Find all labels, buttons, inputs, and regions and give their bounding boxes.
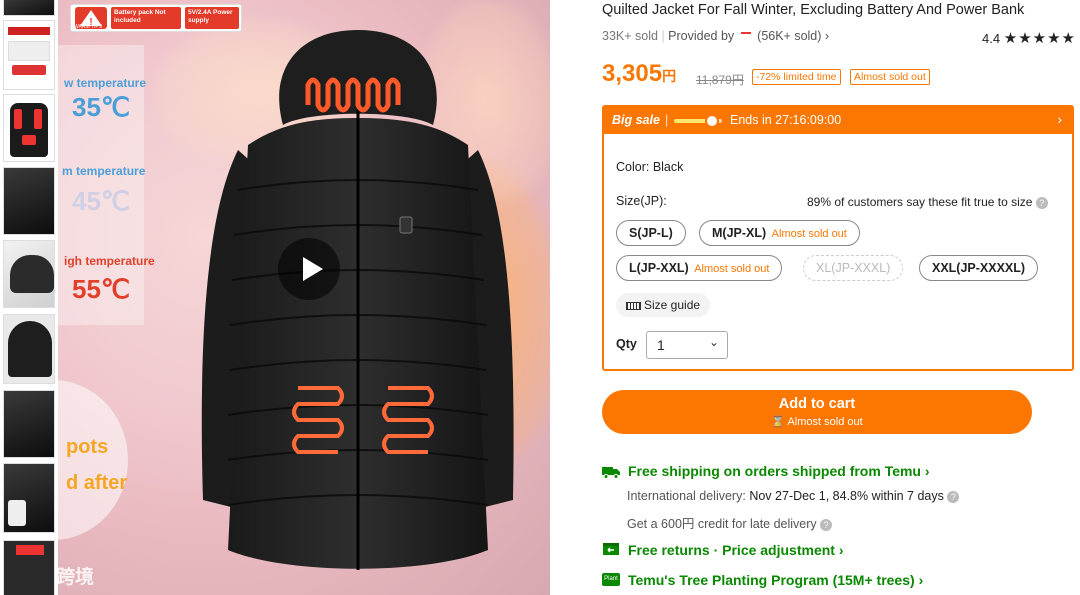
- help-icon[interactable]: ?: [820, 518, 833, 531]
- options-panel: Big sale | Ends in 27:16:09:00 › Color: …: [602, 105, 1074, 371]
- banner-divider: |: [665, 113, 669, 127]
- truck-icon: [602, 467, 620, 479]
- cart-sub-label: ⌛ Almost sold out: [771, 416, 863, 428]
- thumbnail-2[interactable]: [3, 20, 55, 90]
- sold-count: 33K+ sold: [602, 29, 658, 43]
- chevron-right-icon: ›: [838, 542, 844, 558]
- currency: 円: [662, 68, 677, 84]
- feature-circle: [58, 380, 128, 540]
- big-sale-label: Big sale: [612, 113, 660, 127]
- watermark-text: 大数跨境: [58, 567, 95, 588]
- thumbnail-8[interactable]: [3, 463, 55, 533]
- overlay-text-1: pots: [66, 436, 109, 458]
- add-to-cart-button[interactable]: Add to cart ⌛ Almost sold out: [602, 390, 1032, 434]
- free-shipping-link[interactable]: Free shipping on orders shipped from Tem…: [628, 463, 930, 479]
- almost-sold-out-badge: Almost sold out: [850, 69, 930, 85]
- thumbnail-1[interactable]: [3, 0, 55, 16]
- thumbnail-7[interactable]: [3, 390, 55, 458]
- warm-tips-label: WARM TIPS: [74, 24, 103, 30]
- rating-value: 4.4: [982, 31, 1001, 46]
- star-icons: ★★★★★: [1003, 30, 1076, 47]
- size-label: Size(JP):: [616, 194, 667, 208]
- size-option-xl: XL(JP-XXXL): [803, 255, 904, 281]
- thumbnail-6[interactable]: [3, 314, 55, 384]
- quantity-select[interactable]: 1 ⌄: [646, 331, 728, 359]
- seller-sold-link[interactable]: (56K+ sold): [757, 29, 821, 43]
- ruler-icon: [626, 302, 641, 310]
- sale-progress-knob: [705, 114, 720, 128]
- help-icon[interactable]: ?: [947, 490, 960, 503]
- delivery-info: International delivery: Nov 27-Dec 1, 84…: [627, 489, 960, 503]
- add-to-cart-label: Add to cart: [778, 396, 856, 412]
- qty-label: Qty: [616, 337, 637, 351]
- thumbnail-strip: [0, 0, 58, 595]
- jacket-illustration: [201, 30, 514, 570]
- help-icon[interactable]: ?: [1035, 196, 1048, 209]
- free-returns-link[interactable]: Free returns · Price adjustment ›: [628, 542, 844, 558]
- hourglass-icon: ⌛: [771, 416, 786, 428]
- play-video-button[interactable]: [278, 238, 340, 300]
- chevron-right-icon: ›: [924, 463, 930, 479]
- overlay-text-2: d after: [66, 472, 128, 494]
- size-option-m[interactable]: M(JP-XL) Almost sold out: [699, 220, 860, 246]
- mid-temp-value: 45℃: [72, 186, 131, 216]
- original-price: 11,879円: [696, 73, 744, 87]
- chevron-down-icon: ⌄: [708, 335, 719, 349]
- size-option-s[interactable]: S(JP-L): [616, 220, 686, 246]
- big-sale-banner[interactable]: Big sale | Ends in 27:16:09:00 ›: [604, 107, 1072, 134]
- plant-icon: Plant: [602, 573, 620, 586]
- size-option-l[interactable]: L(JP-XXL) Almost sold out: [616, 255, 783, 281]
- product-title: Quilted Jacket For Fall Winter, Excludin…: [602, 2, 1025, 18]
- provided-by-label: Provided by: [668, 29, 735, 43]
- thumbnail-3[interactable]: [3, 94, 55, 162]
- size-guide-button[interactable]: Size guide: [616, 293, 711, 317]
- price-value: 3,305: [602, 60, 663, 87]
- thumbnail-9[interactable]: [3, 540, 55, 595]
- rating[interactable]: 4.4 ★★★★★: [982, 29, 1076, 47]
- current-price: 3,305円: [602, 60, 676, 88]
- tree-planting-link[interactable]: Temu's Tree Planting Program (15M+ trees…: [628, 572, 923, 588]
- thumbnail-4[interactable]: [3, 167, 55, 235]
- product-meta: 33K+ sold | Provided by (56K+ sold) ›: [602, 29, 830, 43]
- chevron-right-icon: ›: [918, 572, 924, 588]
- mid-temp-label: m temperature: [62, 164, 146, 178]
- low-temp-value: 35℃: [72, 92, 131, 122]
- chevron-right-icon: ›: [824, 29, 830, 43]
- sale-countdown: Ends in 27:16:09:00: [730, 113, 842, 127]
- color-label: Color: Black: [616, 160, 684, 174]
- returns-icon: [603, 543, 619, 555]
- discount-badge: -72% limited time: [752, 69, 841, 85]
- low-temp-label: w temperature: [64, 76, 147, 90]
- late-credit-info: Get a 600円 credit for late delivery ?: [627, 513, 833, 532]
- chevron-right-icon[interactable]: ›: [1057, 111, 1062, 127]
- product-image[interactable]: ! Battery pack Not included 5V/2.4A Powe…: [58, 0, 550, 595]
- thumbnail-5[interactable]: [3, 240, 55, 308]
- high-temp-label: igh temperature: [64, 254, 155, 268]
- battery-note: Battery pack Not included: [111, 7, 181, 29]
- seller-logo-icon[interactable]: [740, 32, 751, 40]
- fit-note: 89% of customers say these fit true to s…: [807, 195, 1048, 209]
- power-note: 5V/2.4A Power supply: [185, 7, 239, 29]
- size-option-xxl[interactable]: XXL(JP-XXXXL): [919, 255, 1039, 281]
- high-temp-value: 55℃: [72, 274, 131, 304]
